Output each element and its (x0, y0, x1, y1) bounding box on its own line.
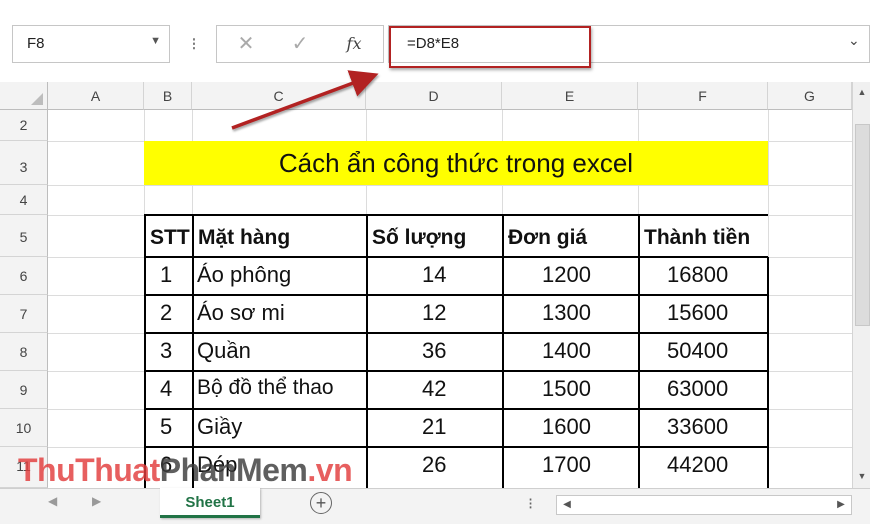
sheet-tab-sheet1[interactable]: Sheet1 (160, 488, 260, 518)
drag-handle-icon[interactable]: ⁝ (528, 494, 533, 514)
scroll-down-icon[interactable]: ▼ (855, 468, 869, 484)
watermark: ThuThuatPhanMem.vn (18, 452, 353, 488)
prev-sheet-icon[interactable]: ◀ (48, 494, 57, 508)
vertical-scrollbar[interactable]: ▲ ▼ (852, 82, 870, 488)
next-sheet-icon[interactable]: ▶ (92, 494, 101, 508)
scroll-left-icon[interactable]: ◀ (559, 496, 575, 514)
horizontal-scrollbar[interactable]: ◀ ▶ (556, 495, 852, 515)
scroll-up-icon[interactable]: ▲ (855, 84, 869, 100)
add-sheet-icon[interactable]: + (310, 492, 332, 514)
vertical-scroll-thumb[interactable] (855, 124, 870, 326)
annotation-arrow (231, 70, 379, 130)
scroll-right-icon[interactable]: ▶ (833, 496, 849, 514)
